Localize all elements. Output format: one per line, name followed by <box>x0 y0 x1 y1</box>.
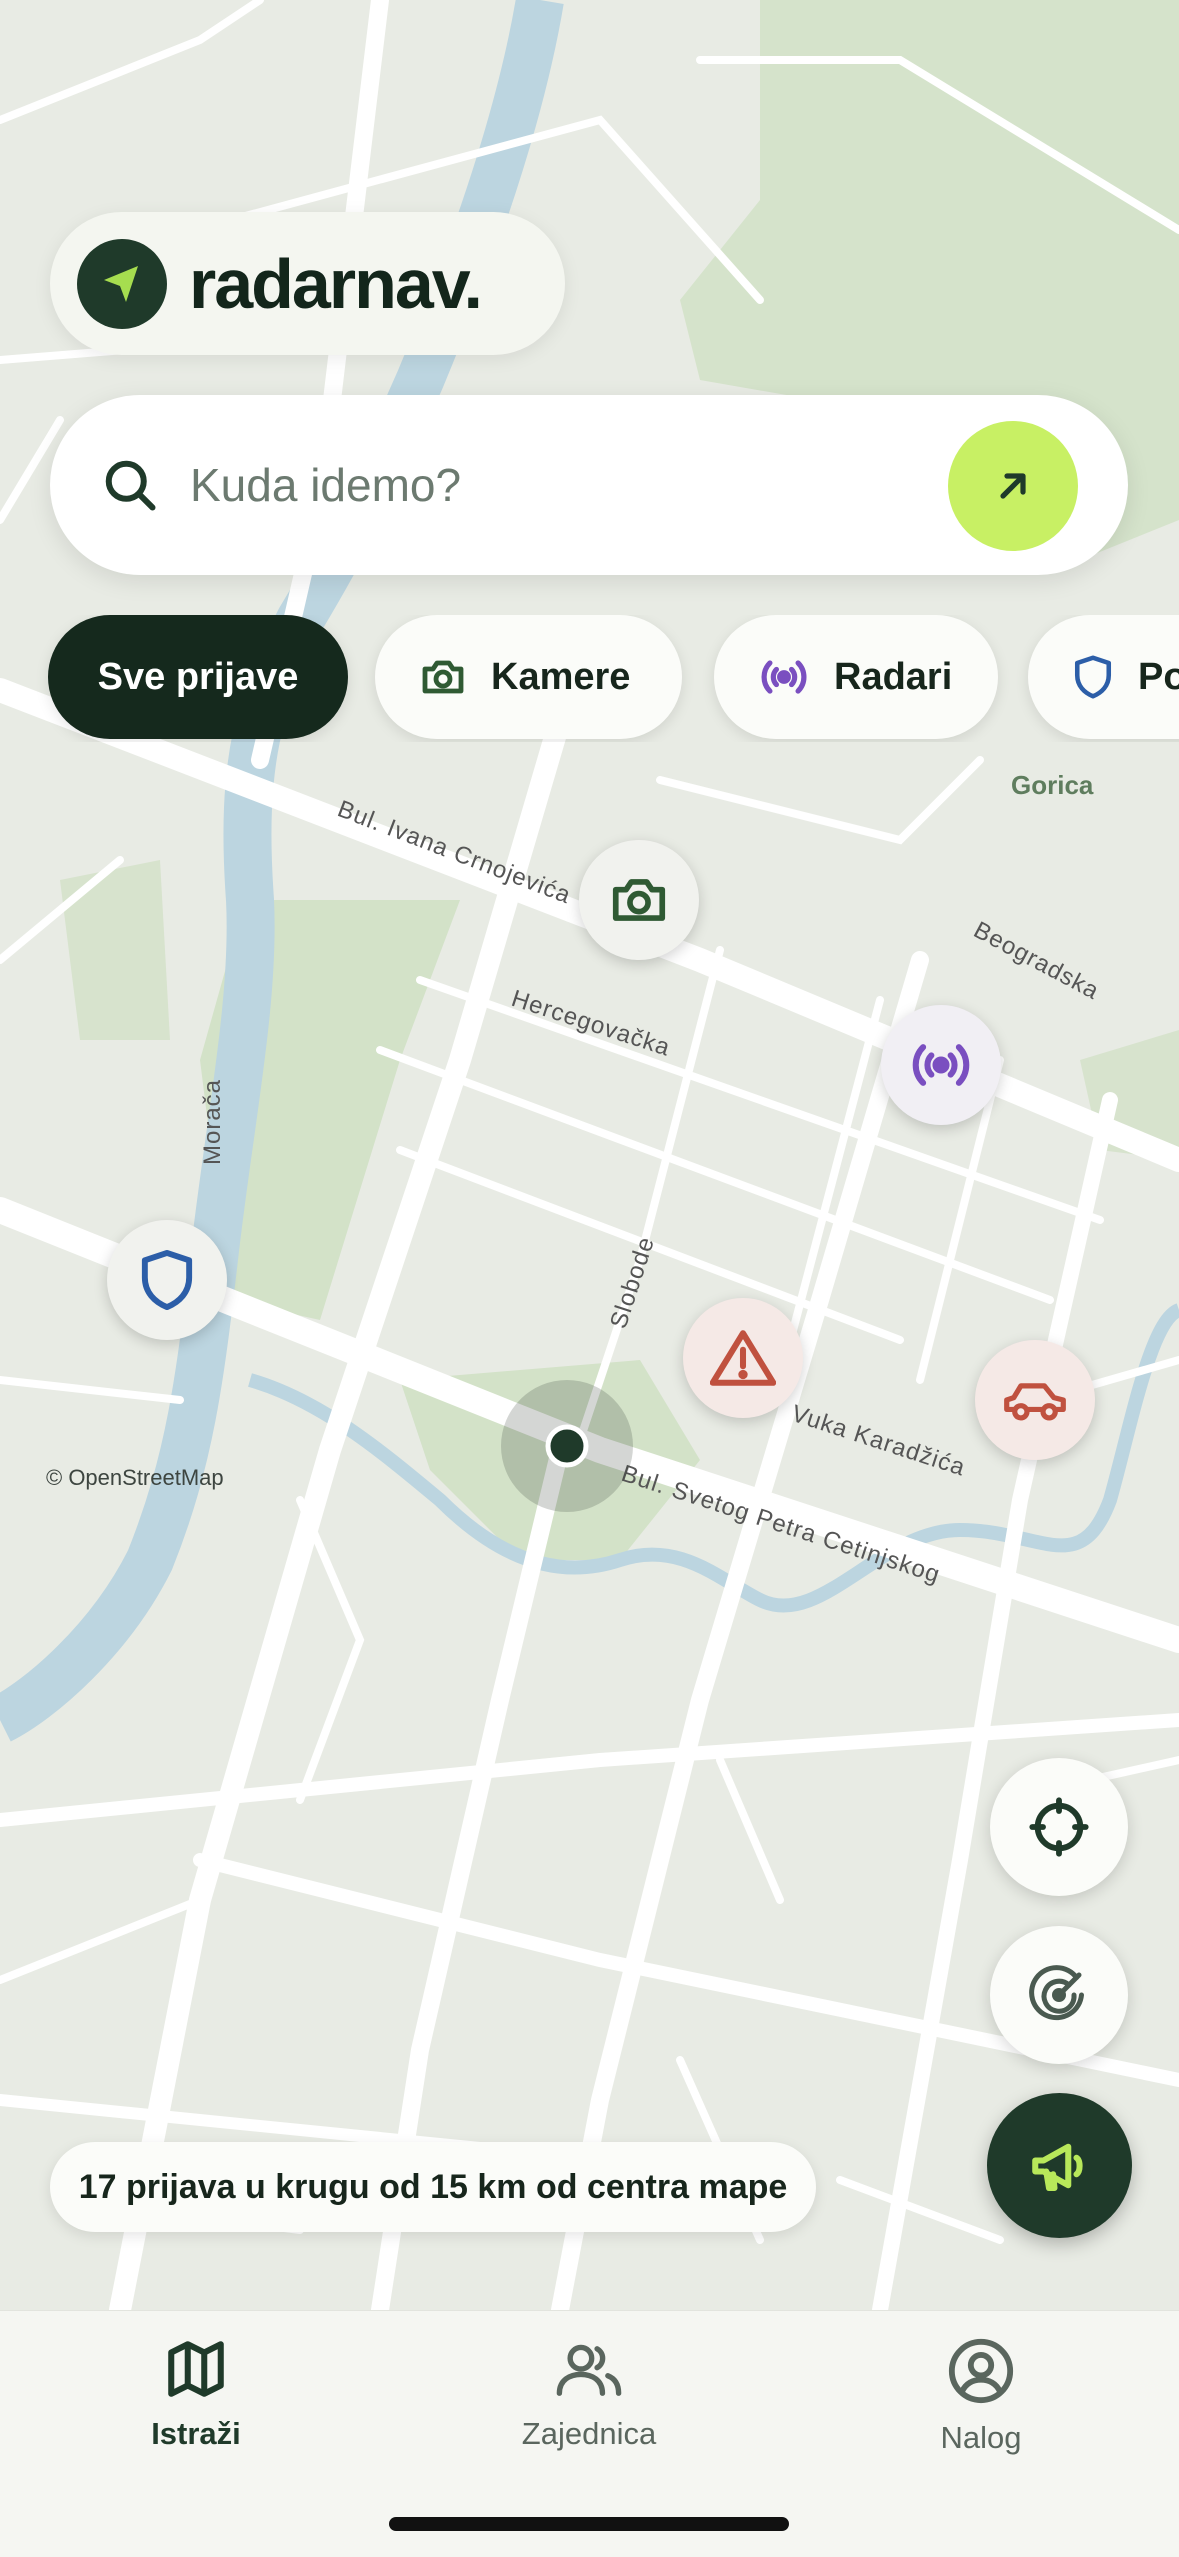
tab-label: Zajednica <box>521 2416 657 2451</box>
warning-icon <box>710 1330 776 1386</box>
camera-icon <box>612 879 666 921</box>
shield-icon <box>141 1249 193 1311</box>
tab-account[interactable]: Nalog <box>831 2336 1131 2456</box>
radar-signal-icon <box>912 1044 970 1086</box>
filter-chip-label: Policija <box>1138 655 1179 698</box>
map-attribution[interactable]: © OpenStreetMap <box>46 1465 224 1491</box>
radar-scan-button[interactable] <box>990 1926 1128 2064</box>
filter-chips: Sve prijave Kamere Radari Policija <box>0 615 1179 742</box>
accident-marker[interactable] <box>975 1340 1095 1460</box>
home-indicator <box>389 2517 789 2531</box>
navigation-arrow-icon <box>104 265 138 302</box>
search-input[interactable] <box>188 457 912 513</box>
arrow-up-right-icon <box>1000 473 1026 499</box>
user-circle-icon <box>948 2338 1014 2404</box>
tab-explore[interactable]: Istraži <box>46 2336 346 2452</box>
area-label: Gorica <box>1011 770 1094 800</box>
street-label-moraca: Morača <box>199 1079 226 1165</box>
report-button[interactable] <box>987 2093 1132 2238</box>
megaphone-icon <box>1031 2143 1083 2191</box>
filter-chip-cameras[interactable]: Kamere <box>375 615 682 739</box>
map-icon <box>168 2341 224 2397</box>
crosshair-icon <box>1029 1797 1089 1857</box>
tab-label: Istraži <box>151 2416 241 2451</box>
app-logo: radarnav. <box>50 212 565 355</box>
hazard-marker[interactable] <box>683 1298 803 1418</box>
camera-icon <box>422 660 464 694</box>
reports-count-status: 17 prijava u krugu od 15 km od centra ma… <box>50 2142 816 2232</box>
search-bar[interactable] <box>50 395 1128 575</box>
police-marker[interactable] <box>107 1220 227 1340</box>
filter-chip-all[interactable]: Sve prijave <box>48 615 348 739</box>
tab-community[interactable]: Zajednica <box>439 2336 739 2452</box>
navigate-button[interactable] <box>948 421 1078 551</box>
filter-chip-label: Sve prijave <box>97 655 299 698</box>
camera-marker[interactable] <box>579 840 699 960</box>
filter-chip-label: Radari <box>834 655 953 698</box>
filter-chip-police[interactable]: Policija <box>1028 615 1179 739</box>
logo-badge <box>77 238 167 329</box>
user-location-dot <box>545 1424 589 1468</box>
filter-chip-label: Kamere <box>491 655 631 698</box>
filter-chip-radars[interactable]: Radari <box>714 615 998 739</box>
search-icon <box>105 460 156 511</box>
radar-signal-icon <box>761 660 807 694</box>
radar-marker[interactable] <box>881 1005 1001 1125</box>
shield-icon <box>1074 655 1112 699</box>
recenter-button[interactable] <box>990 1758 1128 1896</box>
logo-text: radarnav. <box>189 244 483 323</box>
car-icon <box>1004 1383 1066 1421</box>
users-icon <box>556 2344 622 2396</box>
radar-icon <box>1029 1965 1084 2021</box>
tab-label: Nalog <box>940 2420 1022 2455</box>
